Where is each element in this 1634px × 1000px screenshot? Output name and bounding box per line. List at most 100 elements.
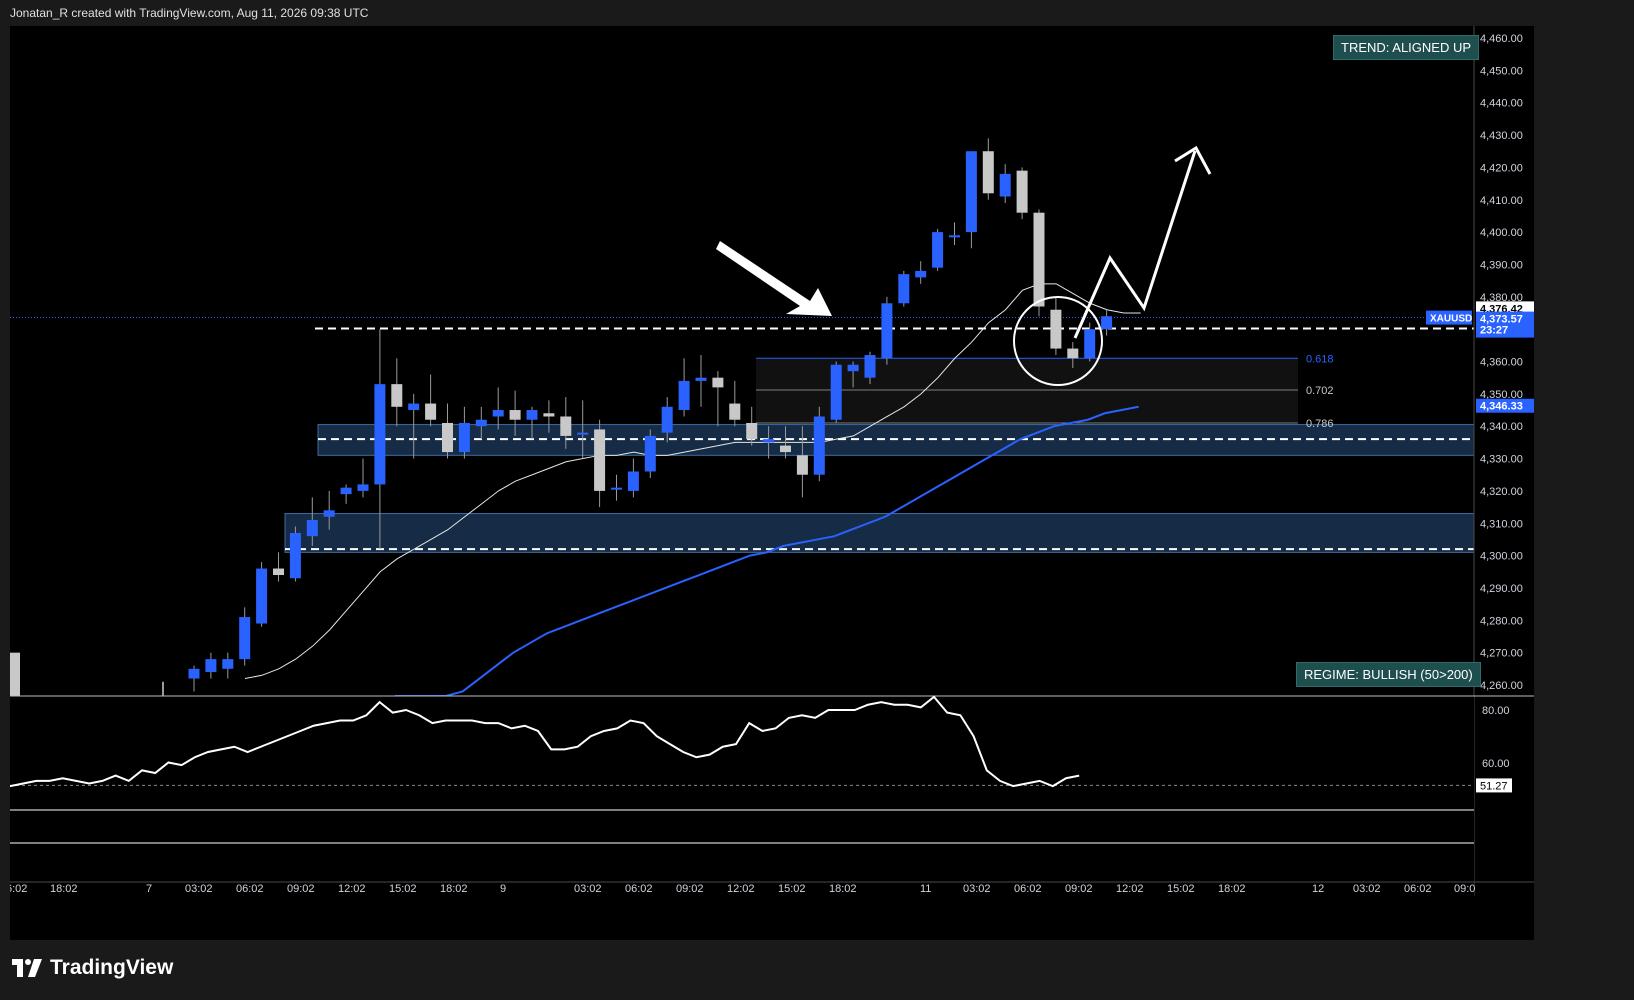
candle-body bbox=[864, 355, 876, 378]
time-tick-label: 06:02 bbox=[236, 883, 264, 895]
chart-canvas[interactable]: 0.618 0.702 0.786 4,460.00 4,450.00 4,440.00… bbox=[6, 26, 1534, 940]
time-tick-label: 11 bbox=[920, 883, 931, 895]
price-tick-label: 4,450.00 bbox=[1480, 65, 1523, 77]
candle bbox=[678, 358, 690, 417]
candle bbox=[965, 151, 977, 249]
fib-level-label: 0.702 bbox=[1306, 385, 1334, 397]
candle-body bbox=[577, 432, 589, 435]
rsi-tick-label: 60.00 bbox=[1482, 758, 1510, 770]
time-tick-label: 12:02 bbox=[1116, 883, 1144, 895]
candle-body bbox=[1067, 348, 1079, 359]
price-tick-label: 4,420.00 bbox=[1480, 162, 1523, 174]
time-tick-label: 06:02 bbox=[1014, 883, 1042, 895]
candle-body bbox=[746, 422, 758, 440]
price-tick-label: 4,330.00 bbox=[1480, 454, 1523, 466]
time-tick-label: 09:02 bbox=[1065, 883, 1093, 895]
time-tick-label: 06:02 bbox=[1404, 883, 1432, 895]
candle-body bbox=[526, 410, 538, 420]
time-tick-label: 6:02 bbox=[10, 883, 27, 895]
candle bbox=[830, 361, 842, 423]
time-tick-label: 09:02 bbox=[287, 883, 315, 895]
time-tick-label: 09:02 bbox=[676, 883, 704, 895]
candle-body bbox=[712, 377, 724, 388]
time-tick-label: 18:02 bbox=[440, 883, 468, 895]
candle-wick bbox=[162, 681, 164, 696]
price-tick-label: 4,430.00 bbox=[1480, 130, 1523, 142]
candle-body bbox=[374, 384, 386, 485]
candle-body bbox=[458, 422, 470, 453]
candle-body bbox=[1101, 316, 1113, 330]
candle bbox=[932, 228, 944, 271]
candle bbox=[644, 429, 656, 478]
candle bbox=[1016, 167, 1028, 220]
candle-body bbox=[205, 659, 217, 673]
fib-level-label: 0.618 bbox=[1306, 353, 1334, 365]
candle bbox=[881, 296, 893, 365]
candle bbox=[712, 371, 724, 427]
candle-body bbox=[763, 439, 775, 443]
time-tick-label: 03:02 bbox=[1353, 883, 1381, 895]
candle-body bbox=[611, 487, 622, 490]
down-right-arrow-icon bbox=[716, 241, 832, 316]
ma-price-chip-text: 4,346.33 bbox=[1480, 401, 1523, 413]
candle-body bbox=[10, 652, 20, 696]
candle bbox=[222, 652, 234, 679]
candle-body bbox=[678, 380, 690, 411]
candle-body bbox=[1033, 212, 1045, 307]
candle-body bbox=[780, 445, 791, 453]
candle bbox=[982, 138, 994, 200]
candle bbox=[340, 484, 352, 504]
candle bbox=[695, 355, 707, 407]
candle-body bbox=[898, 274, 910, 304]
candle-body bbox=[340, 487, 352, 495]
candle bbox=[256, 562, 268, 627]
tradingview-logo[interactable]: TradingView bbox=[12, 956, 173, 980]
fib-retracement: 0.618 0.702 0.786 bbox=[756, 353, 1334, 430]
rsi-bg bbox=[10, 696, 1474, 896]
candle-body bbox=[830, 364, 842, 420]
candle-body bbox=[273, 568, 284, 576]
time-tick-label: 9 bbox=[500, 883, 506, 895]
candle bbox=[391, 358, 403, 427]
candle-body bbox=[1084, 329, 1096, 359]
candle-body bbox=[796, 455, 808, 475]
price-tick-label: 4,410.00 bbox=[1480, 195, 1523, 207]
time-tick-label: 03:02 bbox=[185, 883, 213, 895]
candle-body bbox=[881, 303, 893, 359]
last-price-chip-text: 23:27 bbox=[1480, 325, 1508, 337]
fib-level-label: 0.786 bbox=[1306, 418, 1334, 430]
candle-body bbox=[188, 668, 200, 679]
rsi-pane: 80.00 60.00 51.27 bbox=[9, 695, 1534, 896]
candle-body bbox=[425, 403, 437, 420]
candle-body bbox=[982, 151, 994, 194]
candle bbox=[425, 374, 437, 427]
time-tick-label: 15:02 bbox=[778, 883, 806, 895]
drawings bbox=[716, 145, 1212, 386]
time-tick-label: 03:02 bbox=[574, 883, 602, 895]
candle bbox=[442, 403, 453, 459]
time-tick-label: 09:0 bbox=[1454, 883, 1475, 895]
time-tick-label: 18:02 bbox=[50, 883, 78, 895]
candle bbox=[205, 652, 217, 679]
candle bbox=[729, 380, 741, 427]
rsi-value-chip-text: 51.27 bbox=[1480, 780, 1508, 792]
candle-body bbox=[1016, 170, 1028, 213]
candle bbox=[898, 270, 910, 307]
candle-body bbox=[509, 410, 521, 420]
regime-badge: REGIME: BULLISH (50>200) bbox=[1296, 662, 1481, 687]
candle-body bbox=[949, 235, 960, 238]
symbol-tag-text: XAUUSD bbox=[1430, 314, 1472, 325]
candle-body bbox=[847, 364, 859, 372]
time-tick-label: 7 bbox=[146, 883, 152, 895]
price-tick-label: 4,390.00 bbox=[1480, 259, 1523, 271]
price-tick-label: 4,270.00 bbox=[1480, 648, 1523, 660]
candle bbox=[1050, 296, 1062, 356]
candle-body bbox=[999, 173, 1011, 197]
candle-body bbox=[915, 270, 927, 278]
candle bbox=[289, 526, 301, 582]
chart-svg[interactable]: 0.618 0.702 0.786 4,460.00 4,450.00 4,440.00… bbox=[6, 26, 1534, 940]
ma-price-chip: 4,346.33 bbox=[1476, 398, 1534, 413]
candle bbox=[949, 222, 960, 246]
candle-body bbox=[594, 429, 606, 491]
tradingview-logo-icon bbox=[12, 959, 42, 977]
